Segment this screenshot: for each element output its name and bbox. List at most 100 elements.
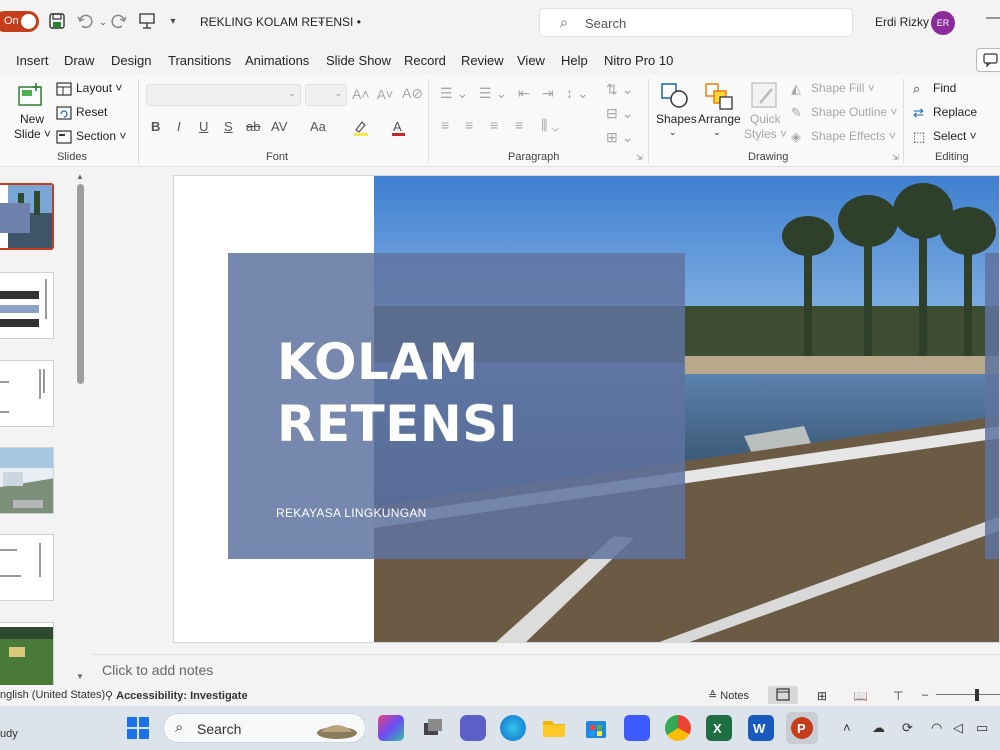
chevron-down-icon[interactable]: ⌄: [316, 13, 326, 27]
bullets-icon[interactable]: ☰ ⌄: [440, 85, 468, 102]
tab-help[interactable]: Help: [561, 53, 588, 68]
slide-thumbnail-4[interactable]: [0, 447, 54, 514]
tab-review[interactable]: Review: [461, 53, 504, 68]
character-spacing-button[interactable]: AV: [271, 119, 287, 134]
paragraph-dialog-launcher-icon[interactable]: ⇲: [636, 153, 643, 162]
line-spacing-icon[interactable]: ↕ ⌄: [566, 85, 589, 102]
increase-font-size-icon[interactable]: A˄: [352, 86, 370, 102]
comments-button[interactable]: [976, 48, 1000, 72]
section-button[interactable]: Section ˅: [56, 129, 126, 145]
search-box[interactable]: ⌕ Search: [539, 8, 853, 37]
arrange-label[interactable]: Arrange: [698, 112, 741, 126]
minimize-icon[interactable]: —: [986, 9, 1000, 27]
quick-styles-icon[interactable]: [750, 81, 780, 111]
decrease-indent-icon[interactable]: ⇤: [518, 85, 530, 102]
align-left-icon[interactable]: ≡: [441, 117, 449, 133]
normal-view-button[interactable]: [768, 686, 798, 704]
edge-icon[interactable]: [500, 715, 526, 741]
drawing-dialog-launcher-icon[interactable]: ⇲: [892, 153, 899, 162]
notes-pane[interactable]: Click to add notes: [92, 654, 1000, 685]
replace-button[interactable]: ⇄ Replace: [913, 105, 977, 121]
word-icon[interactable]: W: [748, 715, 774, 741]
layout-button[interactable]: Layout ˅: [56, 81, 122, 97]
slide-thumbnail-1[interactable]: [0, 183, 54, 250]
onedrive-icon[interactable]: ☁: [872, 720, 885, 736]
bold-button[interactable]: B: [151, 119, 160, 134]
new-slide-label-2[interactable]: Slide ˅: [14, 127, 51, 141]
notes-toggle[interactable]: ≙ Notes: [708, 689, 749, 702]
shape-outline-button[interactable]: ✎ Shape Outline ˅: [791, 105, 897, 121]
slide-sorter-icon[interactable]: ⊞: [817, 689, 827, 703]
tab-draw[interactable]: Draw: [64, 53, 94, 68]
tab-view[interactable]: View: [517, 53, 545, 68]
zoom-out-icon[interactable]: –: [922, 689, 928, 701]
excel-icon[interactable]: X: [706, 715, 732, 741]
slide-thumbnail-2[interactable]: [0, 272, 54, 339]
slide-thumbnail-6[interactable]: [0, 622, 54, 689]
slide-subtitle[interactable]: REKAYASA LINGKUNGAN: [276, 506, 427, 520]
justify-icon[interactable]: ≡: [515, 117, 523, 133]
tab-slide-show[interactable]: Slide Show: [326, 53, 391, 68]
new-slide-icon[interactable]: [16, 81, 46, 111]
increase-indent-icon[interactable]: ⇥: [542, 85, 554, 102]
wifi-icon[interactable]: ◠: [931, 720, 942, 736]
tab-nitro-pro[interactable]: Nitro Pro 10: [604, 53, 673, 68]
scroll-down-icon[interactable]: ▼: [76, 672, 84, 681]
reading-view-icon[interactable]: 📖: [853, 689, 868, 703]
slide-thumbnail-3[interactable]: [0, 360, 54, 427]
undo-icon[interactable]: [75, 12, 95, 32]
document-title[interactable]: REKLING KOLAM RETENSI •: [200, 15, 361, 29]
copilot-icon[interactable]: [378, 715, 404, 741]
shapes-dropdown-icon[interactable]: ⌄: [669, 127, 677, 138]
weather-widget-label[interactable]: udy: [0, 728, 18, 740]
arrange-icon[interactable]: [704, 81, 734, 111]
zoom-slider-handle[interactable]: [975, 689, 979, 701]
save-icon[interactable]: [47, 12, 67, 32]
font-name-select[interactable]: ⌄: [146, 84, 301, 106]
select-button[interactable]: ⬚ Select ˅: [913, 129, 977, 145]
shapes-icon[interactable]: [660, 81, 690, 111]
avatar[interactable]: ER: [931, 11, 955, 35]
shapes-label[interactable]: Shapes: [656, 112, 697, 126]
align-text-icon[interactable]: ⊟ ⌄: [606, 105, 633, 122]
align-center-icon[interactable]: ≡: [465, 117, 473, 133]
quick-styles-label-2[interactable]: Styles ˅: [744, 127, 787, 141]
text-shadow-button[interactable]: S: [224, 119, 233, 134]
tab-record[interactable]: Record: [404, 53, 446, 68]
scroll-up-icon[interactable]: ▲: [76, 172, 84, 181]
teams-icon[interactable]: [460, 715, 486, 741]
start-icon[interactable]: [125, 715, 151, 741]
font-color-icon[interactable]: A: [390, 119, 410, 140]
tab-insert[interactable]: Insert: [16, 53, 49, 68]
slide-thumbnail-5[interactable]: [0, 534, 54, 601]
find-button[interactable]: ⌕ Find: [913, 81, 956, 97]
taskbar-search[interactable]: ⌕ Search: [163, 713, 366, 743]
strikethrough-button[interactable]: ab: [246, 119, 260, 134]
text-direction-icon[interactable]: ⇅ ⌄: [606, 81, 633, 98]
customize-toolbar-icon[interactable]: ▾: [163, 12, 183, 32]
tab-design[interactable]: Design: [111, 53, 151, 68]
user-name[interactable]: Erdi Rizky: [875, 15, 929, 29]
columns-icon[interactable]: ⫼ ⌄: [541, 117, 559, 134]
redo-icon[interactable]: [109, 12, 129, 32]
chevron-up-icon[interactable]: ˄: [843, 720, 851, 735]
sync-icon[interactable]: ⟳: [902, 720, 913, 736]
powerpoint-icon-active[interactable]: P: [786, 712, 818, 744]
shape-effects-button[interactable]: ◈ Shape Effects ˅: [791, 129, 896, 145]
clear-formatting-icon[interactable]: A⊘: [402, 85, 423, 102]
chrome-icon[interactable]: [665, 715, 691, 741]
thumbnail-scrollbar[interactable]: ▲ ▼: [76, 172, 86, 682]
store-icon[interactable]: [583, 715, 609, 741]
numbering-icon[interactable]: ☰ ⌄: [479, 85, 507, 102]
tab-animations[interactable]: Animations: [245, 53, 309, 68]
underline-button[interactable]: U: [199, 119, 208, 134]
new-slide-label-1[interactable]: New: [20, 112, 44, 126]
language-indicator[interactable]: nglish (United States): [0, 689, 105, 701]
smartart-icon[interactable]: ⊞ ⌄: [606, 129, 633, 146]
shape-fill-button[interactable]: ◭ Shape Fill ˅: [791, 81, 875, 97]
title-placeholder[interactable]: KOLAM RETENSI REKAYASA LINGKUNGAN: [228, 253, 685, 559]
italic-button[interactable]: I: [177, 119, 181, 134]
highlight-color-icon[interactable]: [352, 119, 374, 140]
align-right-icon[interactable]: ≡: [490, 117, 498, 133]
battery-icon[interactable]: ▭: [976, 720, 988, 736]
